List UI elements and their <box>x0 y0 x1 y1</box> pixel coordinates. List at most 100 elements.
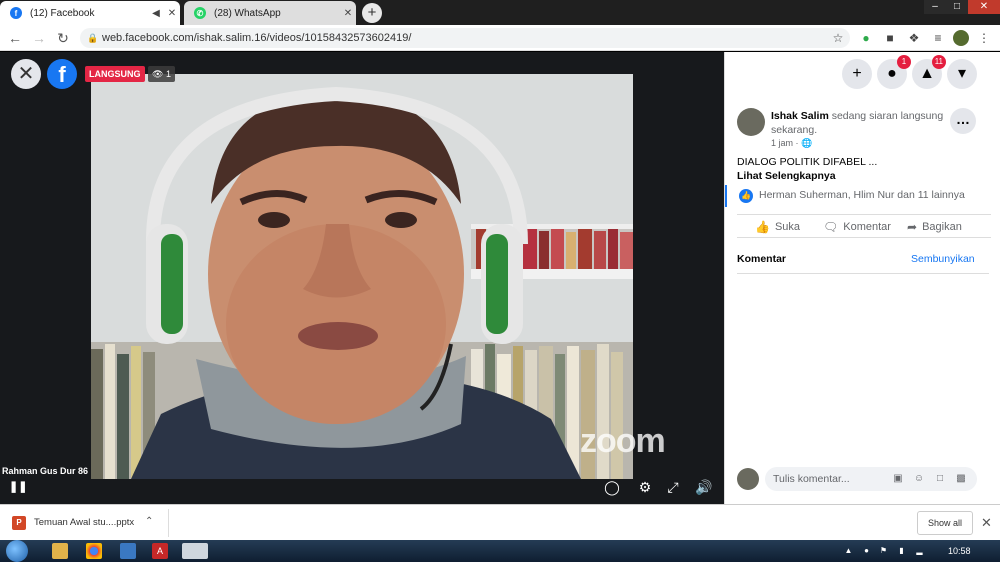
speaker-icon[interactable]: ◀ <box>148 8 164 19</box>
facebook-icon: f <box>10 7 22 19</box>
hide-comments-link[interactable]: Sembunyikan <box>911 253 975 265</box>
pdf-reader-icon[interactable]: A <box>152 543 168 559</box>
reload-button[interactable]: ↻ <box>54 29 72 47</box>
see-more-link[interactable]: Lihat Selengkapnya <box>737 170 836 182</box>
profile-avatar[interactable] <box>953 30 969 46</box>
fullscreen-icon[interactable]: ⤢ <box>664 478 682 496</box>
divider <box>168 509 169 537</box>
evernote-extension-icon[interactable]: ● <box>858 30 874 46</box>
messenger-badge: 1 <box>897 55 911 69</box>
system-clock[interactable]: 10:58 <box>948 546 971 556</box>
powerpoint-file-icon: P <box>12 516 26 530</box>
download-file-name[interactable]: Temuan Awal stu....pptx <box>34 517 134 528</box>
post-text: DIALOG POLITIK DIFABEL ... <box>737 156 878 168</box>
close-icon[interactable]: ✕ <box>340 8 356 19</box>
tray-flag-icon[interactable]: ⚑ <box>878 545 889 556</box>
divider <box>737 273 989 274</box>
window-close-button[interactable]: ✕ <box>968 0 1000 14</box>
minimize-button[interactable]: – <box>924 0 946 14</box>
video-still-image <box>91 74 633 479</box>
url-field[interactable]: 🔒 web.facebook.com/ishak.salim.16/videos… <box>80 28 850 48</box>
browser-tab-strip: f (12) Facebook ◀ ✕ ✆ (28) WhatsApp ✕ + … <box>0 0 1000 25</box>
photos-icon[interactable] <box>120 543 136 559</box>
reading-list-icon[interactable]: ≡ <box>930 30 946 46</box>
captions-icon[interactable]: ◯ <box>603 478 621 496</box>
close-icon[interactable]: ✕ <box>164 8 180 19</box>
box-extension-icon[interactable]: ■ <box>882 30 898 46</box>
like-label: Suka <box>774 221 801 233</box>
account-menu-button[interactable]: ▾ <box>947 59 977 89</box>
os-taskbar: A ▲ ● ⚑ ▮ ▂ 10:58 <box>0 540 1000 562</box>
settings-gear-icon[interactable]: ⚙ <box>636 478 654 496</box>
volume-icon[interactable]: 🔊 <box>695 478 713 496</box>
menu-kebab-icon[interactable]: ⋮ <box>976 30 992 46</box>
show-all-downloads-button[interactable]: Show all <box>917 511 973 535</box>
camera-icon[interactable]: ▩ <box>954 472 968 486</box>
tray-chevron-icon[interactable]: ▲ <box>843 545 854 556</box>
tab-whatsapp[interactable]: ✆ (28) WhatsApp ✕ <box>184 1 356 25</box>
close-download-bar-icon[interactable]: ✕ <box>981 515 992 531</box>
comment-button[interactable]: 🗨 Komentar <box>823 220 891 234</box>
post-header: Ishak Salim sedang siaran langsung sekar… <box>771 109 951 137</box>
maximize-button[interactable]: □ <box>946 0 968 14</box>
emoji-icon[interactable]: ☺ <box>912 472 926 486</box>
lock-icon: 🔒 <box>87 33 99 43</box>
back-button[interactable]: ← <box>6 29 24 47</box>
author-name[interactable]: Ishak Salim <box>771 110 829 122</box>
live-badge: LANGSUNG <box>85 66 145 82</box>
active-window-icon[interactable] <box>182 543 208 559</box>
author-avatar[interactable] <box>737 108 765 136</box>
messenger-icon: ● <box>887 65 897 82</box>
reactions-summary[interactable]: 👍 Herman Suherman, Hlim Nur dan 11 lainn… <box>725 185 1000 207</box>
post-time-text: 1 jam <box>771 138 794 148</box>
pause-button[interactable]: ❚❚ <box>9 480 27 494</box>
like-reaction-icon: 👍 <box>739 189 753 203</box>
tray-battery-icon[interactable]: ▮ <box>896 545 907 556</box>
speaker-name-label: Rahman Gus Dur 86 <box>2 466 89 476</box>
comment-bubble-icon: 🗨 <box>823 220 839 234</box>
post-actions: 👍 Suka 🗨 Komentar ➦ Bagikan <box>737 214 991 238</box>
extensions-puzzle-icon[interactable]: ❖ <box>906 30 922 46</box>
tab-title: (12) Facebook <box>30 7 95 19</box>
tray-network-icon[interactable]: ▂ <box>914 545 925 556</box>
download-shelf: P Temuan Awal stu....pptx ⌃ Show all ✕ <box>0 504 1000 540</box>
chevron-up-icon[interactable]: ⌃ <box>145 516 153 527</box>
notifications-badge: 11 <box>931 55 946 69</box>
reactors-text[interactable]: Herman Suherman, Hlim Nur dan 11 lainnya <box>759 189 965 201</box>
url-text: web.facebook.com/ishak.salim.16/videos/1… <box>102 32 412 44</box>
close-video-button[interactable]: ✕ <box>11 59 41 89</box>
sticker-icon[interactable]: ▣ <box>891 472 905 486</box>
facebook-logo[interactable]: f <box>47 59 77 89</box>
chrome-icon[interactable] <box>86 543 102 559</box>
bell-icon: ▲ <box>919 65 935 82</box>
video-player[interactable]: ✕ f LANGSUNG 👁 1 zoom Rahman Gus Dur 86 … <box>0 52 724 504</box>
commenter-avatar <box>737 468 759 490</box>
tab-title: (28) WhatsApp <box>214 7 281 19</box>
viewer-count-badge: 👁 1 <box>148 66 175 82</box>
post-options-button[interactable]: … <box>950 108 976 134</box>
like-button[interactable]: 👍 Suka <box>755 220 800 234</box>
gif-icon[interactable]: □ <box>933 472 947 486</box>
share-arrow-icon: ➦ <box>907 220 918 234</box>
create-button[interactable]: + <box>842 59 872 89</box>
comments-heading: Komentar <box>737 253 787 265</box>
share-label: Bagikan <box>922 221 962 233</box>
post-timestamp[interactable]: 1 jam · 🌐 <box>771 138 812 149</box>
bookmark-star-icon[interactable]: ☆ <box>830 30 846 46</box>
share-button[interactable]: ➦ Bagikan <box>907 220 962 234</box>
post-sidebar: + ● 1 ▲ 11 ▾ Ishak Salim sedang siaran l… <box>724 52 1000 504</box>
viewer-count: 1 <box>165 69 171 79</box>
file-explorer-icon[interactable] <box>52 543 68 559</box>
address-toolbar: ← → ↻ 🔒 web.facebook.com/ishak.salim.16/… <box>0 25 1000 51</box>
notifications-button[interactable]: ▲ 11 <box>912 55 946 89</box>
new-tab-button[interactable]: + <box>362 3 382 23</box>
start-button[interactable] <box>6 540 28 562</box>
comment-label: Komentar <box>843 221 891 233</box>
whatsapp-icon: ✆ <box>194 7 206 19</box>
live-video-frame[interactable] <box>91 74 633 479</box>
tray-antivirus-icon[interactable]: ● <box>861 545 872 556</box>
forward-button[interactable]: → <box>30 29 48 47</box>
messenger-button[interactable]: ● 1 <box>877 55 911 89</box>
thumbs-up-icon: 👍 <box>755 220 770 234</box>
tab-facebook[interactable]: f (12) Facebook ◀ ✕ <box>0 1 180 25</box>
